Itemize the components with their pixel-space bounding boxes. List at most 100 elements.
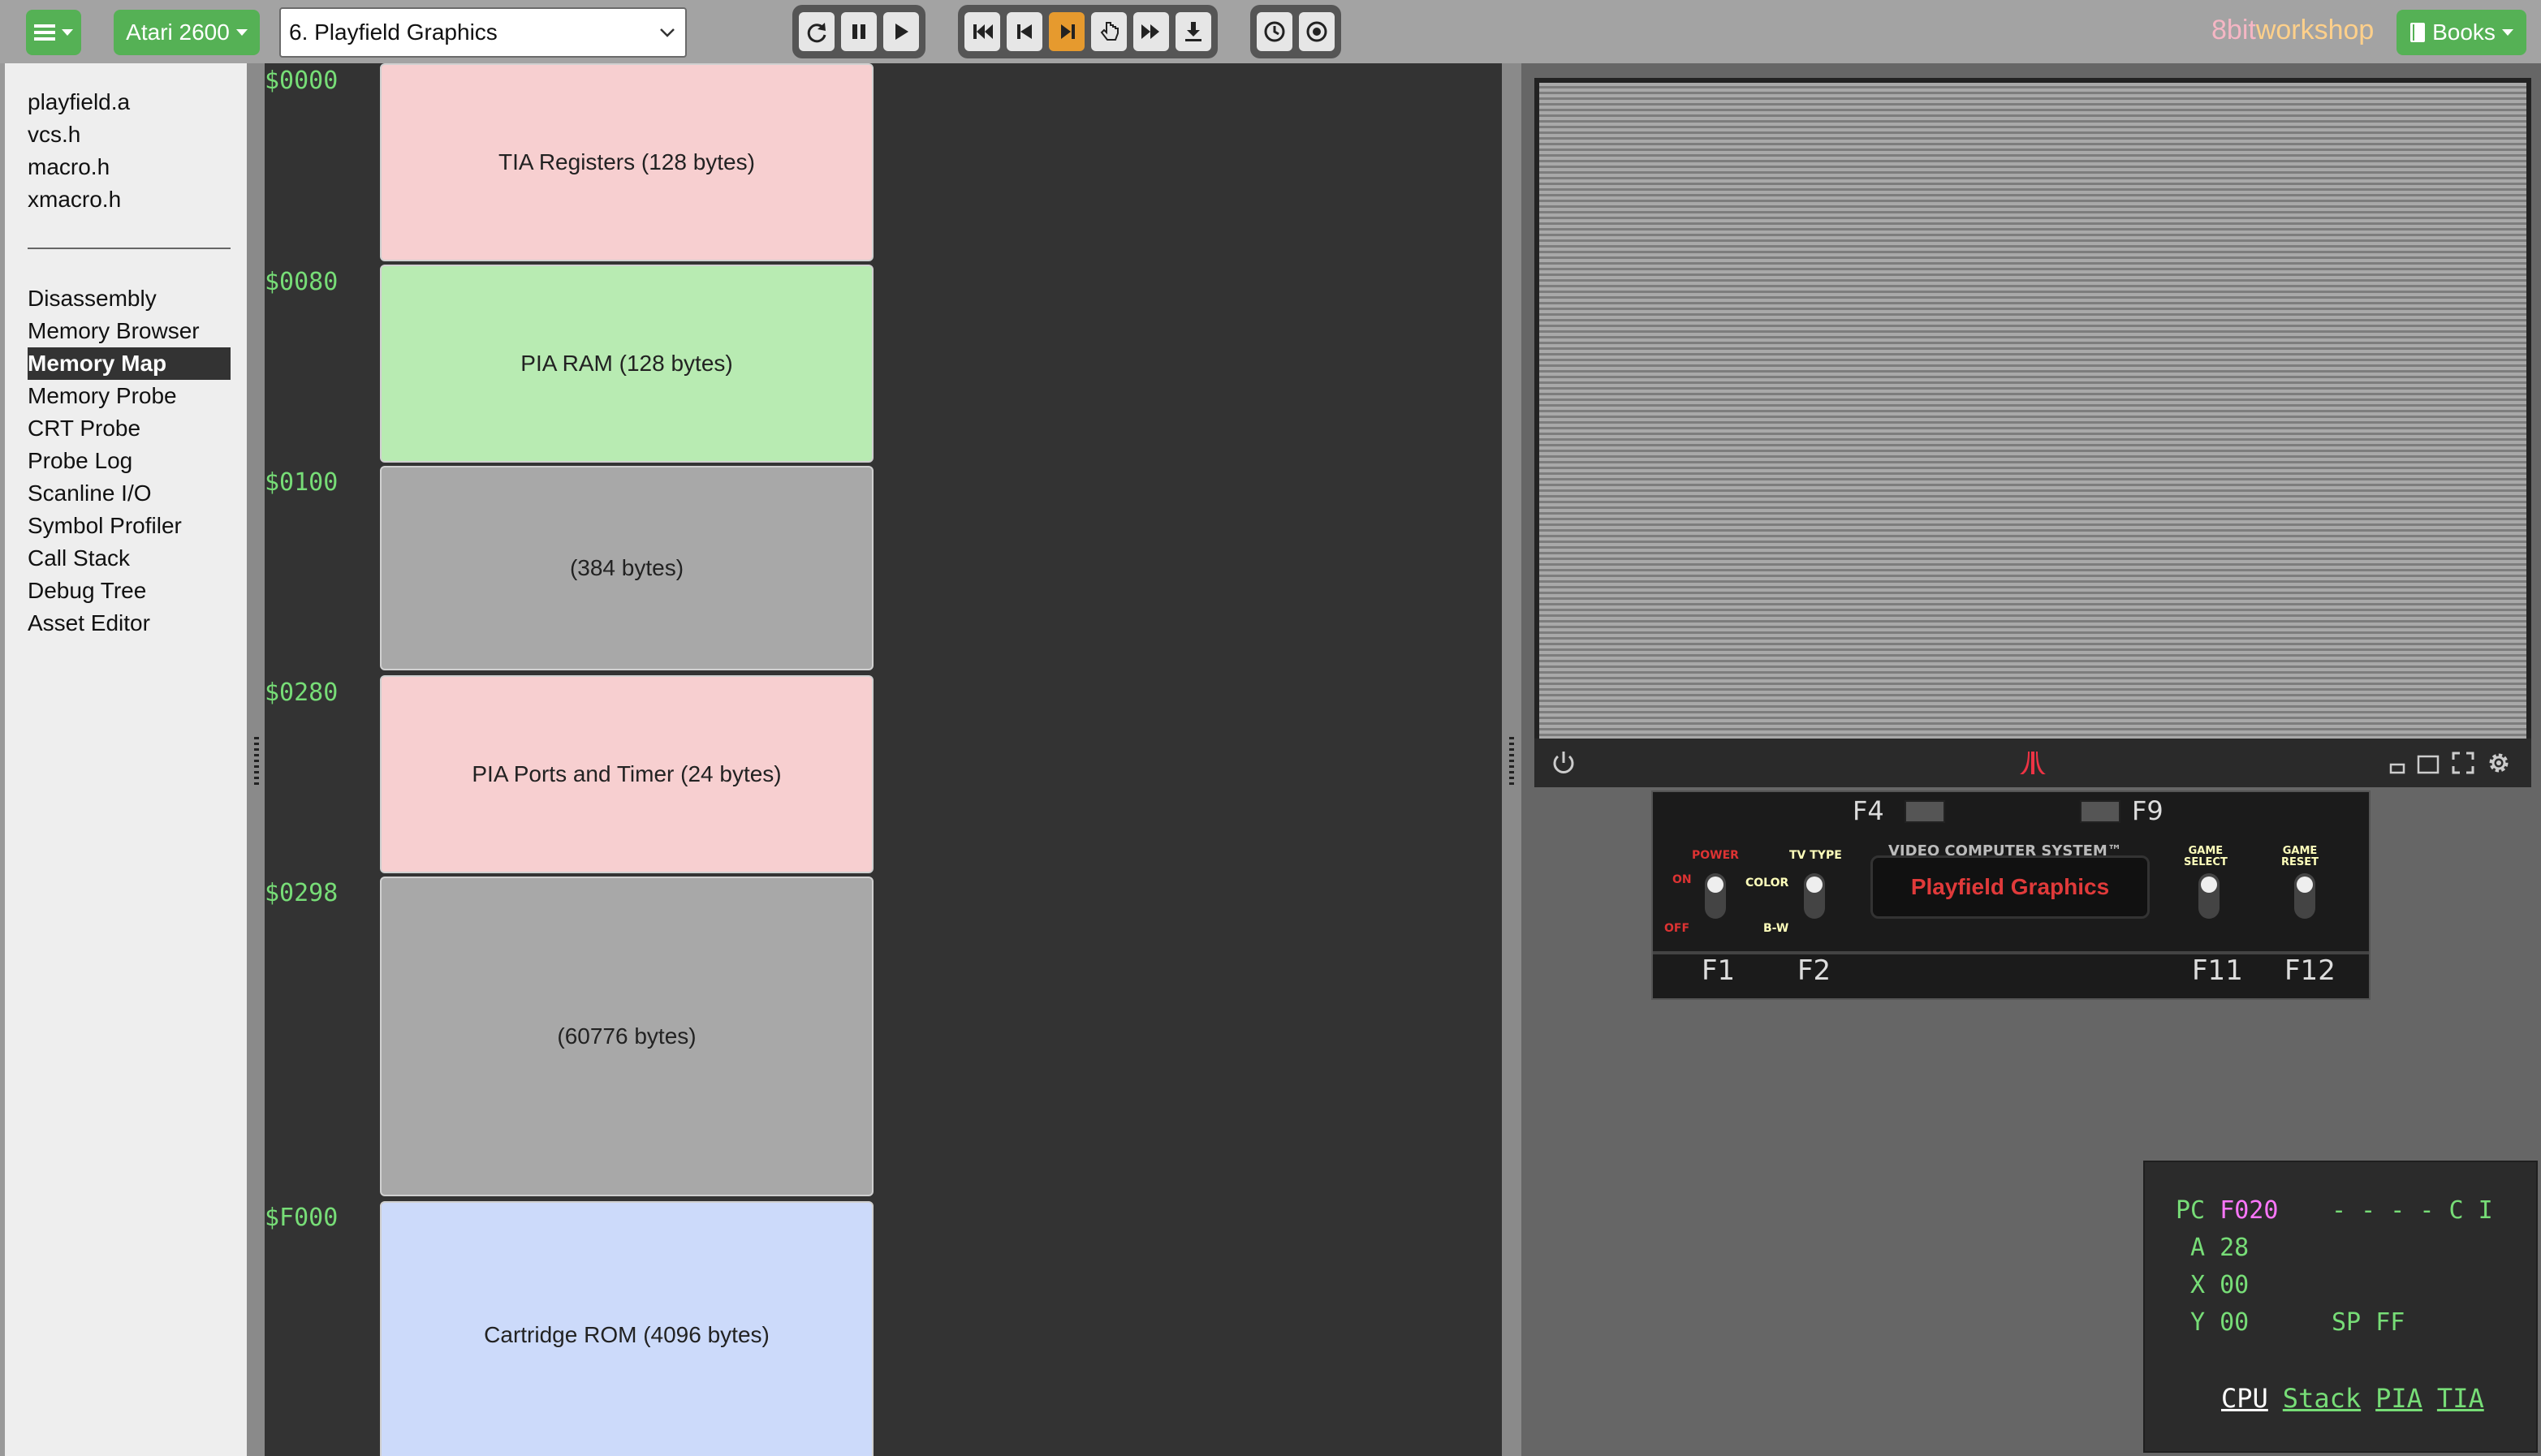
sidebar-item-asset-editor[interactable]: Asset Editor: [28, 607, 231, 640]
region-address: $0298: [265, 879, 339, 907]
replay-button[interactable]: [1257, 12, 1292, 51]
f1-label: F1: [1702, 954, 1736, 987]
step-back-button[interactable]: [1007, 12, 1042, 51]
tab-stack[interactable]: Stack: [2283, 1383, 2361, 1414]
file-item[interactable]: xmacro.h: [28, 183, 130, 216]
run-to-end-button[interactable]: [1176, 12, 1211, 51]
chevron-down-icon: [62, 29, 73, 36]
tv-type-label: TV TYPE: [1789, 849, 1842, 862]
f11-label: F11: [2192, 954, 2243, 987]
gear-icon[interactable]: [2484, 748, 2513, 778]
emulator-screen[interactable]: [1539, 83, 2526, 739]
refresh-icon: [807, 23, 826, 43]
step-back-icon: [1017, 24, 1032, 39]
atari-console-panel: F4 F9 POWER ON OFF TV TYPE COLOR B-W VID…: [1651, 790, 2371, 1000]
pause-icon: [852, 24, 865, 39]
step-until-button[interactable]: [1091, 12, 1127, 51]
emulator-pane: F4 F9 POWER ON OFF TV TYPE COLOR B-W VID…: [1521, 63, 2541, 1456]
clock-icon: [1264, 21, 1285, 42]
hamburger-icon: [34, 24, 55, 41]
pc-label: PC: [2176, 1196, 2206, 1225]
step-controls: [958, 5, 1218, 58]
region-block[interactable]: Cartridge ROM (4096 bytes): [380, 1201, 874, 1456]
atari-logo-icon: [2020, 752, 2046, 774]
game-select-label: GAME SELECT: [2184, 845, 2228, 868]
sidebar-item-memory-browser[interactable]: Memory Browser: [28, 315, 231, 347]
pane-splitter[interactable]: [1502, 63, 1521, 1456]
fullscreen-icon[interactable]: [2448, 748, 2478, 778]
sidebar-item-debug-tree[interactable]: Debug Tree: [28, 575, 231, 607]
sidebar-item-call-stack[interactable]: Call Stack: [28, 542, 231, 575]
sidebar-item-symbol-profiler[interactable]: Symbol Profiler: [28, 510, 231, 542]
preset-select[interactable]: 6. Playfield Graphics: [279, 7, 687, 58]
f4-switch[interactable]: [1905, 800, 1945, 823]
brand-logo[interactable]: 8bitworkshop: [2211, 15, 2374, 46]
sidebar-item-probe-log[interactable]: Probe Log: [28, 445, 231, 477]
platform-dropdown[interactable]: Atari 2600: [114, 10, 260, 55]
maximize-icon[interactable]: [2416, 748, 2440, 778]
record-button[interactable]: [1299, 12, 1335, 51]
f12-label: F12: [2284, 954, 2336, 987]
game-select-switch[interactable]: [2198, 873, 2220, 919]
color-label: COLOR: [1745, 877, 1789, 890]
fast-forward-icon: [1141, 24, 1159, 39]
tab-tia[interactable]: TIA: [2437, 1383, 2484, 1414]
f9-switch[interactable]: [2080, 800, 2120, 823]
tool-list: Disassembly Memory Browser Memory Map Me…: [28, 282, 231, 640]
sidebar-item-scanline-io[interactable]: Scanline I/O: [28, 477, 231, 510]
sidebar: playfield.a vcs.h macro.h xmacro.h Disas…: [5, 63, 247, 1456]
fast-forward-button[interactable]: [1133, 12, 1169, 51]
tab-cpu[interactable]: CPU: [2221, 1383, 2268, 1414]
sidebar-item-crt-probe[interactable]: CRT Probe: [28, 412, 231, 445]
brand-8bit: 8bit: [2211, 15, 2256, 45]
toolbar: Atari 2600 6. Playfield Graphics 8bitwor…: [0, 0, 2541, 63]
pause-button[interactable]: [841, 12, 877, 51]
y-label: Y: [2190, 1308, 2206, 1337]
region-address: $0000: [265, 67, 339, 95]
sidebar-splitter[interactable]: [247, 63, 266, 1456]
region-block[interactable]: PIA RAM (128 bytes): [380, 265, 874, 463]
console-stripe: [1653, 951, 2369, 954]
power-switch[interactable]: [1705, 873, 1726, 919]
books-label: Books: [2432, 19, 2496, 45]
main-menu-button[interactable]: [26, 10, 81, 55]
platform-label: Atari 2600: [126, 19, 230, 45]
step-button[interactable]: [1049, 12, 1085, 51]
sidebar-divider: [28, 248, 231, 249]
tv-type-switch[interactable]: [1804, 873, 1825, 919]
region-block[interactable]: (60776 bytes): [380, 877, 874, 1196]
tab-pia[interactable]: PIA: [2375, 1383, 2422, 1414]
chevron-down-icon: [235, 29, 248, 36]
record-icon: [1306, 21, 1327, 42]
books-button[interactable]: Books: [2396, 10, 2526, 55]
sidebar-item-memory-probe[interactable]: Memory Probe: [28, 380, 231, 412]
game-reset-switch[interactable]: [2294, 873, 2315, 919]
power-icon[interactable]: [1549, 748, 1578, 778]
game-reset-label: GAME RESET: [2281, 845, 2319, 868]
chevron-down-icon: [2501, 29, 2513, 36]
brand-workshop: workshop: [2255, 15, 2375, 45]
record-controls: [1250, 5, 1341, 58]
chevron-down-icon: [660, 28, 675, 37]
cpu-debug-panel: PC F020 - - - - C I A 28 X 00 Y 00 SP FF…: [2143, 1161, 2538, 1453]
cartridge-label: Playfield Graphics: [1870, 855, 2150, 919]
region-block[interactable]: (384 bytes): [380, 466, 874, 670]
emulator-control-bar: [1534, 739, 2531, 787]
region-block[interactable]: TIA Registers (128 bytes): [380, 63, 874, 261]
download-icon: [1185, 22, 1201, 41]
skip-to-start-icon: [973, 24, 993, 39]
reset-button[interactable]: [799, 12, 835, 51]
file-item[interactable]: playfield.a: [28, 86, 130, 118]
file-item[interactable]: macro.h: [28, 151, 130, 183]
sidebar-item-disassembly[interactable]: Disassembly: [28, 282, 231, 315]
x-label: X: [2190, 1271, 2206, 1299]
play-button[interactable]: [883, 12, 919, 51]
restart-button[interactable]: [964, 12, 1000, 51]
region-block[interactable]: PIA Ports and Timer (24 bytes): [380, 675, 874, 873]
book-icon: [2410, 23, 2426, 42]
sidebar-item-memory-map[interactable]: Memory Map: [28, 347, 231, 380]
minimize-icon[interactable]: [2388, 748, 2408, 778]
region-address: $0280: [265, 678, 339, 707]
file-item[interactable]: vcs.h: [28, 118, 130, 151]
on-label: ON: [1672, 873, 1692, 886]
